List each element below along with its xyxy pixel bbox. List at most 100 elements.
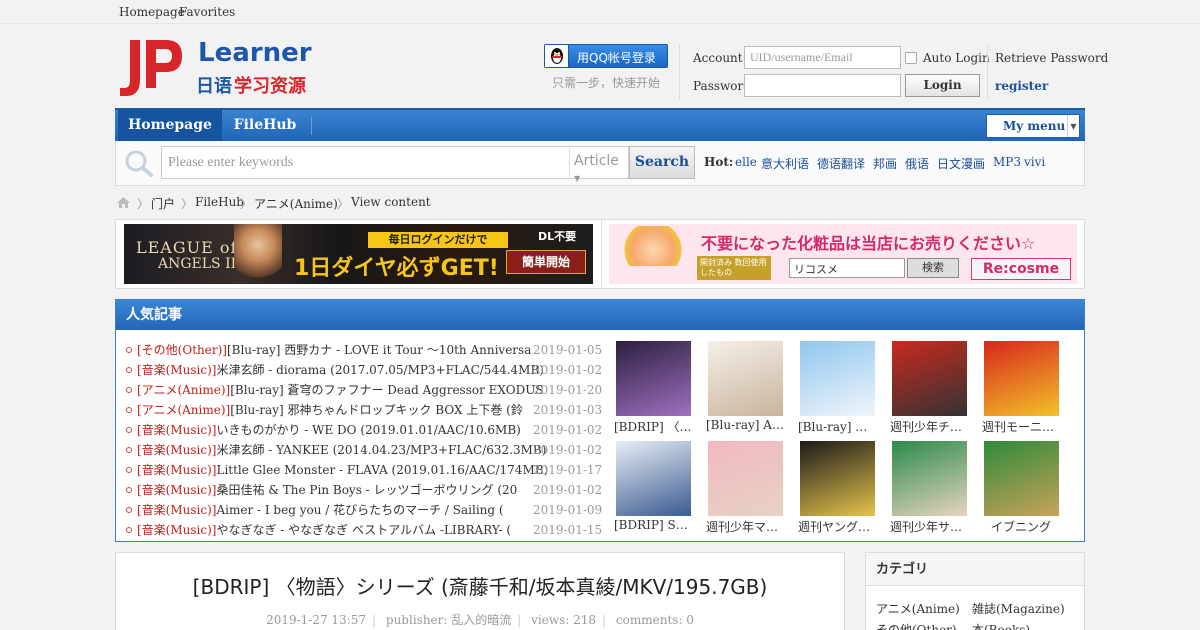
list-item-category[interactable]: [アニメ(Anime)] (137, 383, 230, 397)
hot-label: Hot: (704, 155, 734, 169)
league-of-angels-banner[interactable]: LEAGUE of ANGELS II 毎日ログインだけで 1日ダイヤ必ずGET… (124, 224, 593, 284)
banner1-start-button[interactable]: 簡単開始 (506, 250, 586, 274)
retrieve-password-link[interactable]: Retrieve Password (995, 51, 1108, 65)
thumbnail-image[interactable] (708, 341, 783, 416)
thumbnail-caption[interactable]: 週刊少年チャンピオン (890, 418, 968, 435)
thumbnail-image[interactable] (892, 341, 967, 416)
thumbnail-caption[interactable]: [Blu-ray] ヴァイオレット (798, 418, 876, 435)
breadcrumb-item[interactable]: FileHub (195, 195, 244, 209)
popular-articles-box: 人気記事 [その他(Other)][Blu-ray] 西野カナ - LOVE i… (115, 299, 1085, 542)
banner2-search-input[interactable]: リコスメ (789, 258, 905, 278)
thumbnail-caption[interactable]: [BDRIP] STEINS;GATE (614, 518, 692, 532)
thumbnail-image[interactable] (708, 441, 783, 516)
thumbnail-image[interactable] (892, 441, 967, 516)
category-link[interactable]: 雑誌(Magazine) (972, 600, 1065, 617)
nav-filehub[interactable]: FileHub (227, 110, 303, 141)
search-button[interactable]: Search (629, 146, 695, 179)
thumbnail-caption[interactable]: 週刊モーニング (982, 418, 1060, 435)
account-field[interactable]: UID/username/Email (744, 46, 901, 69)
hot-keyword[interactable]: 日文漫画 (937, 155, 985, 172)
auto-login-checkbox[interactable] (905, 52, 917, 64)
chevron-down-icon: ▼ (574, 174, 581, 183)
list-item[interactable]: [音楽(Music)]米津玄師 - YANKEE (2014.04.23/MP3… (126, 440, 596, 460)
login-button[interactable]: Login (905, 74, 980, 97)
list-item-category[interactable]: [音楽(Music)] (137, 503, 216, 517)
list-item-title[interactable]: 米津玄師 - diorama (2017.07.05/MP3+FLAC/544.… (216, 363, 543, 377)
list-item[interactable]: [アニメ(Anime)][Blu-ray] 邪神ちゃんドロップキック BOX 上… (126, 400, 596, 420)
list-item[interactable]: [音楽(Music)]米津玄師 - diorama (2017.07.05/MP… (126, 360, 596, 380)
list-item[interactable]: [音楽(Music)]Aimer - I beg you / 花びらたちのマーチ… (126, 500, 596, 520)
search-type-select[interactable]: Article ▼ (569, 146, 629, 183)
site-logo[interactable]: Learner 日语 学习资源 (118, 38, 312, 100)
list-item-title[interactable]: やなぎなぎ - やなぎなぎ ベストアルバム -LIBRARY- ( (216, 523, 511, 537)
header-divider-2 (987, 44, 988, 100)
thumbnail-caption[interactable]: イブニング (982, 518, 1060, 535)
category-link[interactable]: アニメ(Anime) (876, 600, 960, 617)
list-item-category[interactable]: [アニメ(Anime)] (137, 403, 230, 417)
list-item-category[interactable]: [音楽(Music)] (137, 423, 216, 437)
nav-homepage[interactable]: Homepage (118, 110, 222, 141)
banner1-title: LEAGUE of (136, 238, 238, 257)
favorites-link[interactable]: Favorites (179, 5, 235, 19)
hot-keyword[interactable]: MP3 (993, 155, 1021, 169)
list-item-title[interactable]: [Blu-ray] 蒼穹のファフナー Dead Aggressor EXODUS (230, 383, 543, 397)
bullet-icon (126, 407, 132, 413)
list-item-category[interactable]: [音楽(Music)] (137, 483, 216, 497)
article-comments[interactable]: comments: 0 (616, 613, 694, 627)
breadcrumb-item[interactable]: アニメ(Anime) (254, 195, 338, 212)
hot-keyword[interactable]: 邦画 (873, 155, 897, 172)
hot-keyword[interactable]: vivi (1024, 155, 1045, 169)
qq-login-button[interactable]: 用QQ帐号登录 (544, 44, 668, 68)
breadcrumb-separator: 〉 (181, 197, 194, 211)
home-icon[interactable] (116, 196, 131, 209)
my-menu-button[interactable]: My menu ▼ (986, 114, 1080, 138)
hot-keyword[interactable]: 意大利语 (761, 155, 809, 172)
banner2-search-button[interactable]: 検索 (907, 258, 959, 278)
list-item[interactable]: [音楽(Music)]Little Glee Monster - FLAVA (… (126, 460, 596, 480)
list-item-title[interactable]: [Blu-ray] 邪神ちゃんドロップキック BOX 上下巻 (鈴 (230, 403, 523, 417)
list-item-title[interactable]: Little Glee Monster - FLAVA (2019.01.16/… (216, 463, 548, 477)
thumbnail-caption[interactable]: 週刊少年サンデー (890, 518, 968, 535)
thumbnail-image[interactable] (984, 441, 1059, 516)
thumbnail-caption[interactable]: 週刊少年マガジン (706, 518, 784, 535)
list-item[interactable]: [音楽(Music)]桑田佳祐 & The Pin Boys - レッツゴーボウ… (126, 480, 596, 500)
thumbnail-image[interactable] (800, 341, 875, 416)
homepage-link[interactable]: Homepage (119, 5, 185, 19)
banner-divider (601, 220, 602, 288)
hot-keyword[interactable]: 德语翻译 (817, 155, 865, 172)
search-input[interactable]: Please enter keywords (161, 146, 570, 179)
banner1-title-2: ANGELS II (158, 256, 237, 272)
list-item-title[interactable]: Aimer - I beg you / 花びらたちのマーチ / Sailing … (216, 503, 503, 517)
bullet-icon (126, 507, 132, 513)
password-field[interactable] (744, 74, 901, 97)
register-link[interactable]: register (995, 79, 1048, 93)
list-item-title[interactable]: [Blu-ray] 西野カナ - LOVE it Tour 〜10th Anni… (227, 343, 531, 357)
list-item-category[interactable]: [その他(Other)] (137, 343, 227, 357)
hot-keyword[interactable]: elle (735, 155, 757, 169)
thumbnail-caption[interactable]: 週刊ヤングジャンプ (798, 518, 876, 535)
list-item[interactable]: [音楽(Music)]やなぎなぎ - やなぎなぎ ベストアルバム -LIBRAR… (126, 520, 596, 540)
list-item-category[interactable]: [音楽(Music)] (137, 443, 216, 457)
category-link[interactable]: 本(Books) (972, 621, 1030, 630)
article-publisher[interactable]: publisher: 乱入的暗流 (386, 613, 511, 627)
list-item-title[interactable]: 米津玄師 - YANKEE (2014.04.23/MP3+FLAC/632.3… (216, 443, 546, 457)
thumbnail-image[interactable] (984, 341, 1059, 416)
search-type-label: Article (574, 153, 619, 169)
list-item[interactable]: [音楽(Music)]いきものがかり - WE DO (2019.01.01/A… (126, 420, 596, 440)
list-item[interactable]: [アニメ(Anime)][Blu-ray] 蒼穹のファフナー Dead Aggr… (126, 380, 596, 400)
thumbnail-caption[interactable]: [Blu-ray] Angel Beats! (706, 418, 784, 432)
breadcrumb-item[interactable]: 门户 (151, 195, 175, 212)
list-item-category[interactable]: [音楽(Music)] (137, 523, 216, 537)
thumbnail-image[interactable] (800, 441, 875, 516)
list-item-title[interactable]: 桑田佳祐 & The Pin Boys - レッツゴーボウリング (20 (216, 483, 517, 497)
list-item-title[interactable]: いきものがかり - WE DO (2019.01.01/AAC/10.6MB) (216, 423, 520, 437)
hot-keyword[interactable]: 俄语 (905, 155, 929, 172)
list-item-category[interactable]: [音楽(Music)] (137, 363, 216, 377)
thumbnail-image[interactable] (616, 341, 691, 416)
list-item[interactable]: [その他(Other)][Blu-ray] 西野カナ - LOVE it Tou… (126, 340, 596, 360)
thumbnail-caption[interactable]: [BDRIP] 〈物語〉シリーズ (614, 418, 692, 435)
category-link[interactable]: その他(Other) (876, 621, 957, 630)
list-item-category[interactable]: [音楽(Music)] (137, 463, 216, 477)
thumbnail-image[interactable] (616, 441, 691, 516)
recosme-banner[interactable]: 不要になった化粧品は当店にお売りください☆ 開封済み 数回使用したもの リコスメ… (609, 224, 1077, 284)
